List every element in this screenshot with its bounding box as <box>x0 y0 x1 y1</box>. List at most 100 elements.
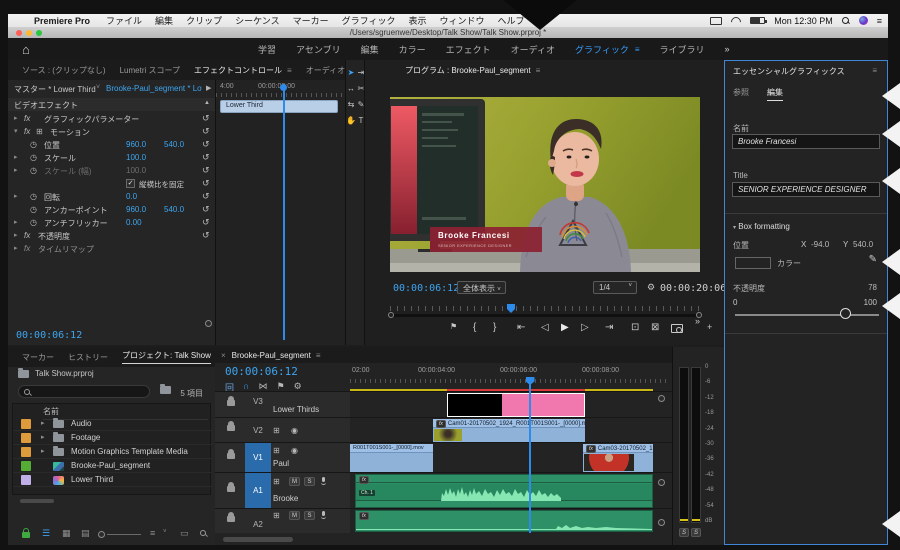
effect-controls-timecode[interactable]: 00:00:06:12 <box>16 330 82 341</box>
x-value[interactable]: -94.0 <box>811 240 829 249</box>
chevron-down-icon[interactable]: ˅ <box>163 529 167 535</box>
project-row-audio[interactable]: ▸ Audio <box>13 417 212 431</box>
slip-tool[interactable]: ⇆ <box>346 98 356 111</box>
ec-scroll-knob[interactable] <box>205 320 212 327</box>
reset-icon[interactable]: ↺ <box>202 204 210 215</box>
menu-edit[interactable]: 編集 <box>155 14 173 27</box>
twirl-icon[interactable]: ▸ <box>41 447 45 455</box>
hand-tool[interactable]: ✋ <box>346 114 356 127</box>
timeline-hscrollbar[interactable] <box>223 537 293 542</box>
reset-icon[interactable]: ↺ <box>202 113 210 124</box>
solo-right-button[interactable]: S <box>691 528 701 537</box>
workspace-assembly[interactable]: アセンブリ <box>296 43 341 56</box>
mute-button[interactable]: M <box>289 511 300 520</box>
resolution-dropdown[interactable]: 1/4 ˅ <box>593 281 637 294</box>
opacity-value[interactable]: 78 <box>868 283 877 292</box>
menu-marker[interactable]: マーカー <box>293 14 329 27</box>
workspace-libraries[interactable]: ライブラリ <box>660 43 705 56</box>
track-lock-icon[interactable] <box>227 486 235 492</box>
track-v1-badge[interactable]: V1 <box>245 443 271 472</box>
effect-row-anchor-point[interactable]: ◷ アンカーポイント 960.0 540.0 ↺ <box>8 204 215 217</box>
spotlight-icon[interactable] <box>842 17 850 25</box>
sync-lock-icon[interactable]: ⊞ <box>273 511 280 520</box>
tab-history[interactable]: ヒストリー <box>68 352 108 363</box>
voiceover-mic-icon[interactable] <box>321 477 326 485</box>
stopwatch-icon[interactable]: ◷ <box>30 140 37 149</box>
project-row-sequence[interactable]: Brooke-Paul_segment <box>13 459 212 473</box>
twirl-icon[interactable]: ▸ <box>14 192 18 200</box>
track-v2-header[interactable]: V2 ⊞ ◉ <box>215 418 350 442</box>
project-row-lower-third[interactable]: Lower Third <box>13 473 212 487</box>
project-writable-lock-icon[interactable] <box>22 532 30 538</box>
effect-row-position[interactable]: ◷ 位置 960.0 540.0 ↺ <box>8 139 215 152</box>
track-v3-badge[interactable]: V3 <box>245 386 271 417</box>
effect-row-time-remap[interactable]: ▸ fx タイムリマップ <box>8 243 215 256</box>
twirl-icon[interactable]: ▸ <box>41 433 45 441</box>
rotation-value[interactable]: 0.0 <box>126 192 160 201</box>
mini-timeline-playhead[interactable] <box>283 84 285 340</box>
ripple-edit-tool[interactable]: ↔ <box>346 82 356 95</box>
track-lock-icon[interactable] <box>227 516 235 522</box>
reset-icon[interactable]: ↺ <box>202 217 210 228</box>
menu-file[interactable]: ファイル <box>106 14 142 27</box>
siri-icon[interactable] <box>859 16 868 25</box>
step-back-button[interactable]: ◁ <box>541 322 549 333</box>
track-a1-header[interactable]: A1 ⊞ M S Brooke <box>215 473 350 508</box>
mute-button[interactable]: M <box>289 477 300 486</box>
track-v3-name[interactable]: Lower Thirds <box>273 405 319 414</box>
home-icon[interactable]: ⌂ <box>22 42 30 57</box>
clip-r001[interactable]: R001T001S001-_[0000].mov <box>350 444 433 472</box>
track-a1-badge[interactable]: A1 <box>245 473 271 508</box>
effect-row-antiflicker[interactable]: ▸ ◷ アンチフリッカー 0.00 ↺ <box>8 217 215 230</box>
menu-graphics[interactable]: グラフィック <box>342 14 396 27</box>
track-output-eye-icon[interactable]: ◉ <box>291 446 298 455</box>
tab-project[interactable]: プロジェクト: Talk Show <box>122 350 211 364</box>
workspace-graphics[interactable]: グラフィック <box>575 43 629 56</box>
menu-view[interactable]: 表示 <box>408 14 426 27</box>
panel-menu-icon[interactable]: ≡ <box>316 351 321 360</box>
program-scrubber[interactable] <box>390 304 700 318</box>
twirl-icon[interactable]: ▾ <box>14 127 18 135</box>
twirl-icon[interactable]: ▸ <box>14 244 18 252</box>
effect-row-graphic-params[interactable]: ▸ fx グラフィックパラメーター ↺ <box>8 113 215 126</box>
scale-value[interactable]: 100.0 <box>126 153 160 162</box>
button-editor-plus-icon[interactable]: + <box>707 322 712 332</box>
wifi-icon[interactable] <box>731 17 741 25</box>
twirl-icon[interactable]: ▸ <box>14 114 18 122</box>
panel-menu-icon[interactable]: ≡ <box>287 66 292 75</box>
workspace-audio[interactable]: オーディオ <box>511 43 555 56</box>
stopwatch-icon[interactable]: ◷ <box>30 205 37 214</box>
vscroll-knob[interactable] <box>658 519 665 526</box>
project-breadcrumb[interactable]: Talk Show.prproj <box>18 369 94 378</box>
track-v3-header[interactable]: V3 Lower Thirds <box>215 392 350 417</box>
airplay-icon[interactable] <box>710 17 722 25</box>
workspace-color[interactable]: カラー <box>399 43 426 56</box>
reset-icon[interactable]: ↺ <box>202 165 210 176</box>
sync-lock-icon[interactable]: ⊞ <box>273 426 280 435</box>
clip-lower-third[interactable] <box>447 393 585 417</box>
settings-wrench-icon[interactable]: ⚙ <box>647 282 655 293</box>
new-bin-icon[interactable] <box>160 386 171 394</box>
opacity-slider-knob[interactable] <box>840 308 851 319</box>
clip-cam03[interactable]: fxCam03-20170502_1 <box>583 444 653 472</box>
effect-row-rotation[interactable]: ▸ ◷ 回転 0.0 ↺ <box>8 191 215 204</box>
list-view-icon[interactable]: ☰ <box>42 528 50 539</box>
step-forward-button[interactable]: ▷ <box>581 322 589 333</box>
tab-program-monitor[interactable]: プログラム : Brooke-Paul_segment <box>405 65 531 76</box>
position-x-value[interactable]: 960.0 <box>126 140 160 149</box>
vscroll-knob[interactable] <box>658 395 665 402</box>
anchor-x-value[interactable]: 960.0 <box>126 205 160 214</box>
track-a2-badge[interactable]: A2 <box>245 515 271 533</box>
track-v2-badge[interactable]: V2 <box>245 418 271 442</box>
title-field[interactable] <box>732 182 880 197</box>
panel-menu-icon[interactable]: ≡ <box>536 66 541 75</box>
mini-timeline-clip[interactable]: Lower Third <box>220 100 338 113</box>
menu-sequence[interactable]: シーケンス <box>235 14 280 27</box>
track-lock-icon[interactable] <box>227 453 235 459</box>
track-lock-icon[interactable] <box>227 400 235 406</box>
workspace-overflow-icon[interactable]: » <box>725 44 730 54</box>
label-chip[interactable] <box>21 419 31 429</box>
stopwatch-icon[interactable]: ◷ <box>30 153 37 162</box>
close-panel-icon[interactable]: × <box>221 351 226 360</box>
timeline-playhead[interactable] <box>529 383 531 533</box>
